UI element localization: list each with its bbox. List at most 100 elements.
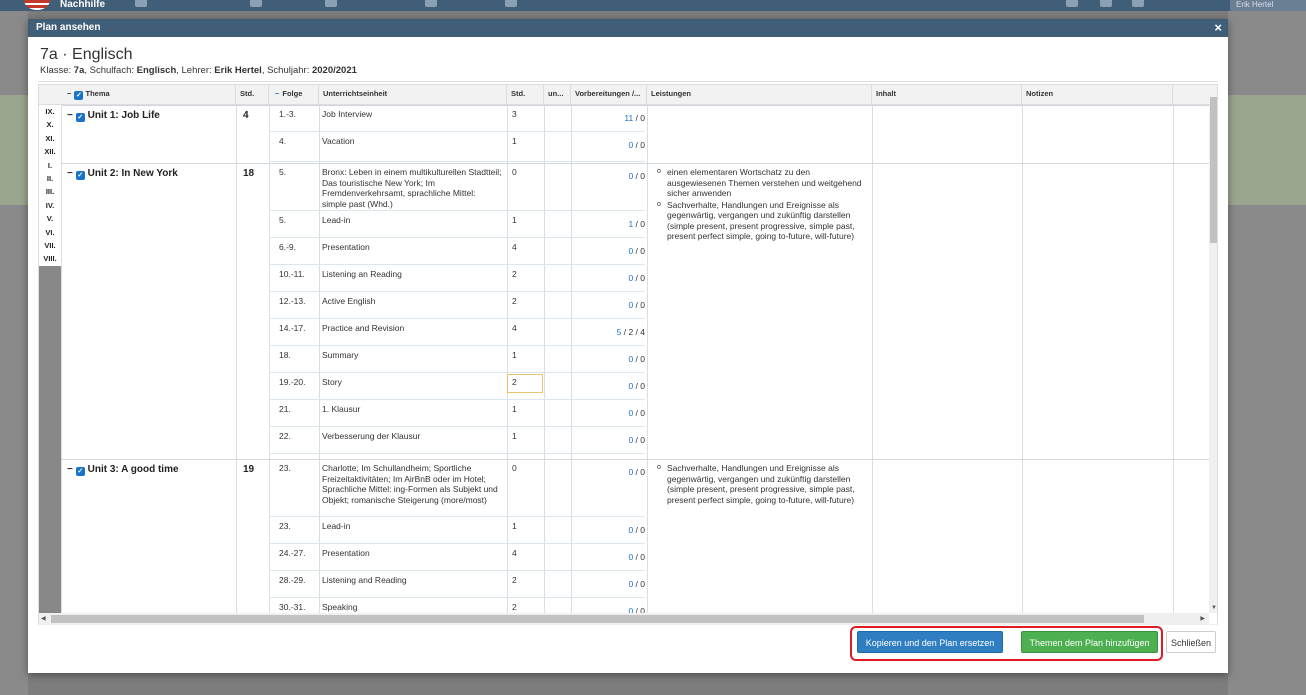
month-label[interactable]: IX.: [39, 105, 61, 119]
row-divider: [269, 372, 645, 373]
row-unterrichtseinheit: Practice and Revision: [322, 323, 405, 333]
row-vorbereitungen[interactable]: 0 / 0: [573, 246, 645, 257]
checkbox-icon[interactable]: ✓: [75, 467, 85, 476]
header-notizen[interactable]: Notizen: [1022, 85, 1173, 105]
row-std[interactable]: 0: [512, 463, 517, 474]
row-std[interactable]: 1: [512, 350, 517, 361]
row-vorbereitungen[interactable]: 0 / 0: [573, 579, 645, 590]
row-std[interactable]: 1: [512, 521, 517, 532]
header-un[interactable]: un...: [544, 85, 571, 105]
row-folge: 19.-20.: [279, 377, 306, 387]
copy-replace-button[interactable]: Kopieren und den Plan ersetzen: [857, 631, 1003, 653]
collapse-icon[interactable]: −: [67, 85, 71, 103]
nav-icon[interactable]: [250, 0, 262, 7]
checkbox-icon[interactable]: ✓: [75, 171, 85, 180]
row-vorbereitungen[interactable]: 1 / 0: [573, 219, 645, 230]
row-vorbereitungen[interactable]: 0 / 0: [573, 300, 645, 311]
row-vorbereitungen[interactable]: 0 / 0: [573, 408, 645, 419]
month-label[interactable]: II.: [39, 171, 61, 186]
scroll-thumb[interactable]: [1210, 97, 1217, 243]
checkbox-icon[interactable]: ✓: [75, 113, 85, 122]
scroll-down-icon[interactable]: ▼: [1209, 603, 1217, 613]
row-unterrichtseinheit: Active English: [322, 296, 376, 306]
month-label[interactable]: VI.: [39, 225, 61, 239]
row-std[interactable]: 2: [512, 296, 517, 307]
background-panel: [1228, 95, 1306, 205]
column-divider: [319, 105, 320, 613]
nav-icon[interactable]: [505, 0, 517, 7]
column-divider: [544, 105, 545, 613]
leistungen-list: einen elementaren Wortschatz zu den ausg…: [655, 167, 867, 243]
month-label[interactable]: VII.: [39, 238, 61, 253]
row-vorbereitungen[interactable]: 0 / 0: [573, 140, 645, 151]
unit-title[interactable]: − ✓ Unit 2: In New York: [67, 168, 178, 180]
row-std[interactable]: 2: [512, 602, 517, 613]
header-thema[interactable]: − ✓ Thema: [61, 85, 236, 105]
row-vorbereitungen[interactable]: 0 / 0: [573, 606, 645, 613]
row-vorbereitungen[interactable]: 0 / 0: [573, 552, 645, 563]
checkbox-icon[interactable]: ✓: [74, 91, 84, 100]
help-icon[interactable]: [1066, 0, 1078, 7]
row-vorbereitungen[interactable]: 0 / 0: [573, 273, 645, 284]
row-std[interactable]: 3: [512, 109, 517, 120]
row-std[interactable]: 1: [512, 431, 517, 442]
row-std[interactable]: 2: [512, 575, 517, 586]
header-folge[interactable]: − Folge: [269, 85, 319, 105]
row-unterrichtseinheit: Presentation: [322, 548, 370, 558]
row-std[interactable]: 4: [512, 323, 517, 334]
collapse-icon[interactable]: −: [67, 168, 73, 179]
collapse-icon[interactable]: −: [67, 464, 73, 475]
user-name[interactable]: Erik Hertel: [1230, 0, 1306, 11]
nav-icon[interactable]: [425, 0, 437, 7]
row-vorbereitungen[interactable]: 0 / 0: [573, 171, 645, 182]
month-label[interactable]: X.: [39, 118, 61, 132]
row-std[interactable]: 1: [512, 404, 517, 415]
month-label[interactable]: XII.: [39, 145, 61, 159]
row-folge: 12.-13.: [279, 296, 306, 306]
header-unterrichtseinheit[interactable]: Unterrichtseinheit: [319, 85, 507, 105]
unit-title[interactable]: − ✓ Unit 1: Job Life: [67, 110, 160, 122]
month-label[interactable]: I.: [39, 158, 61, 172]
nav-icon[interactable]: [135, 0, 147, 7]
row-vorbereitungen[interactable]: 0 / 0: [573, 354, 645, 365]
row-vorbereitungen[interactable]: 0 / 0: [573, 467, 645, 478]
row-std[interactable]: 2: [512, 269, 517, 280]
row-folge: 18.: [279, 350, 291, 360]
close-button[interactable]: Schließen: [1166, 631, 1216, 653]
row-vorbereitungen[interactable]: 5 / 2 / 4: [573, 327, 645, 338]
bell-icon[interactable]: [1100, 0, 1112, 7]
collapse-icon[interactable]: −: [275, 85, 279, 103]
mail-icon[interactable]: [1132, 0, 1144, 7]
row-vorbereitungen[interactable]: 0 / 0: [573, 525, 645, 536]
row-std[interactable]: 4: [512, 242, 517, 253]
vertical-scrollbar[interactable]: ▲ ▼: [1209, 97, 1217, 613]
month-label[interactable]: VIII.: [39, 252, 61, 266]
header-inhalt[interactable]: Inhalt: [872, 85, 1022, 105]
std-input-focus[interactable]: [507, 374, 543, 393]
scroll-thumb[interactable]: [51, 615, 1144, 623]
month-label[interactable]: III.: [39, 185, 61, 199]
header-leistungen[interactable]: Leistungen: [647, 85, 872, 105]
row-vorbereitungen[interactable]: 11 / 0: [573, 113, 645, 124]
row-std[interactable]: 1: [512, 136, 517, 147]
nav-icon[interactable]: [325, 0, 337, 7]
header-std[interactable]: Std.: [236, 85, 269, 105]
row-folge: 5.: [279, 167, 287, 177]
row-divider: [269, 131, 645, 132]
unit-title[interactable]: − ✓ Unit 3: A good time: [67, 464, 179, 476]
month-label[interactable]: V.: [39, 212, 61, 226]
row-std[interactable]: 0: [512, 167, 517, 178]
close-icon[interactable]: ×: [1214, 19, 1222, 37]
row-folge: 21.: [279, 404, 291, 414]
header-std2[interactable]: Std.: [507, 85, 544, 105]
collapse-icon[interactable]: −: [67, 110, 73, 121]
header-vorbereitungen[interactable]: Vorbereitungen /...: [571, 85, 647, 105]
row-std[interactable]: 4: [512, 548, 517, 559]
month-label[interactable]: XI.: [39, 131, 61, 146]
add-topics-button[interactable]: Themen dem Plan hinzufügen: [1021, 631, 1158, 653]
row-vorbereitungen[interactable]: 0 / 0: [573, 435, 645, 446]
row-std[interactable]: 1: [512, 215, 517, 226]
row-unterrichtseinheit: Listening an Reading: [322, 269, 402, 279]
month-label[interactable]: IV.: [39, 198, 61, 213]
row-vorbereitungen[interactable]: 0 / 0: [573, 381, 645, 392]
